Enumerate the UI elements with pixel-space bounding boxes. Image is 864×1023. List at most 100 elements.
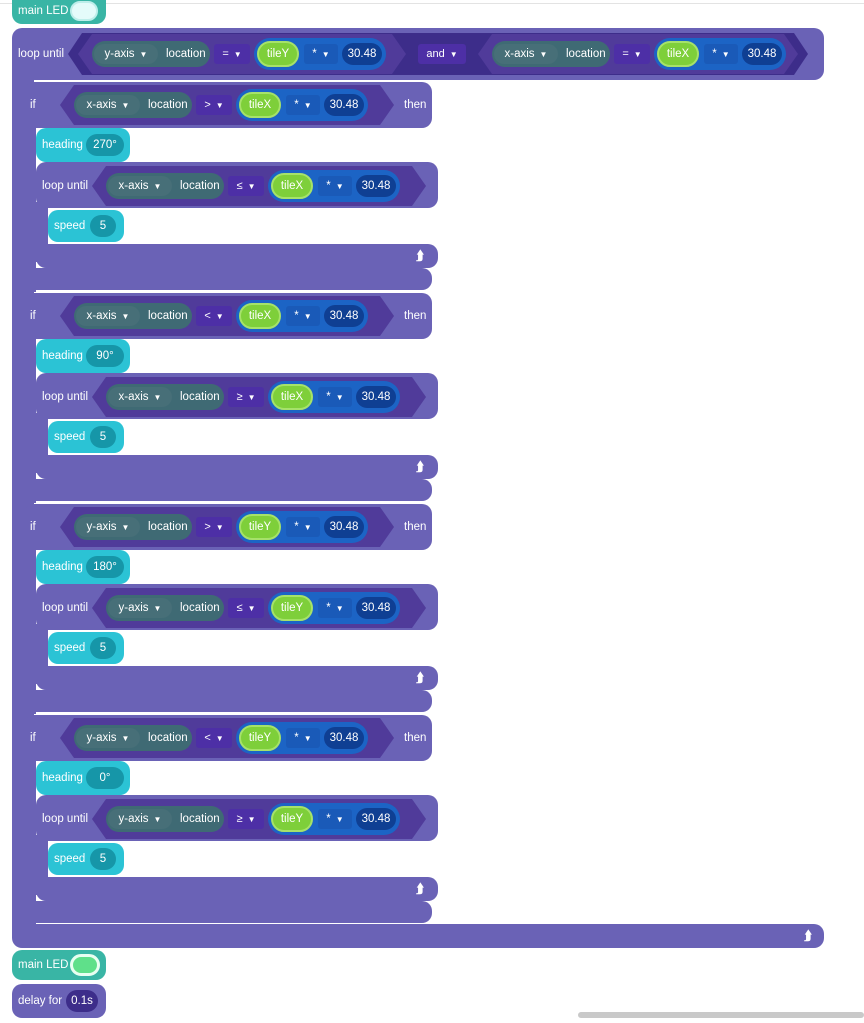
math-expression[interactable]: tileY * ▼ 30.48 — [254, 38, 386, 70]
math-operator-dropdown[interactable]: * ▼ — [318, 809, 352, 829]
compare-operator-dropdown[interactable]: ≤ ▼ — [228, 176, 264, 196]
math-operator-dropdown[interactable]: * ▼ — [704, 44, 738, 64]
axis-dropdown[interactable]: x-axis ▼ — [108, 387, 172, 407]
axis-dropdown[interactable]: x-axis ▼ — [494, 44, 558, 64]
if-condition[interactable]: x-axis ▼ location < ▼ tileX * ▼ 30.48 — [60, 296, 394, 336]
axis-dropdown[interactable]: y-axis ▼ — [108, 598, 172, 618]
math-operator-dropdown[interactable]: * ▼ — [318, 598, 352, 618]
if-condition[interactable]: x-axis ▼ location > ▼ tileX * ▼ 30.48 — [60, 85, 394, 125]
and-operator-dropdown[interactable]: and ▼ — [418, 44, 466, 64]
inner-loop-bottom[interactable] — [36, 244, 438, 268]
number-field[interactable]: 30.48 — [356, 386, 396, 408]
axis-dropdown[interactable]: y-axis ▼ — [108, 809, 172, 829]
number-field[interactable]: 30.48 — [324, 94, 364, 116]
variable-reporter[interactable]: tileY — [271, 595, 313, 621]
speed-value-field[interactable]: 5 — [90, 426, 116, 448]
location-sensor[interactable]: y-axis ▼ location — [74, 514, 192, 540]
math-operator-dropdown[interactable]: * ▼ — [286, 517, 320, 537]
variable-reporter[interactable]: tileX — [657, 41, 699, 67]
compare-operator-dropdown[interactable]: > ▼ — [196, 517, 232, 537]
number-field[interactable]: 30.48 — [356, 597, 396, 619]
location-sensor[interactable]: x-axis ▼ location — [74, 92, 192, 118]
loop-until-condition[interactable]: y-axis ▼ location ≤ ▼ tileY * ▼ 30.48 — [92, 588, 426, 628]
loop-until-condition[interactable]: y-axis ▼ location ≥ ▼ tileY * ▼ 30.48 — [92, 799, 426, 839]
math-expression[interactable]: tileY * ▼ 30.48 — [268, 592, 400, 624]
variable-reporter[interactable]: tileY — [271, 806, 313, 832]
inner-loop-bottom[interactable] — [36, 877, 438, 901]
axis-dropdown[interactable]: y-axis ▼ — [76, 517, 140, 537]
if-condition[interactable]: y-axis ▼ location > ▼ tileY * ▼ 30.48 — [60, 507, 394, 547]
speed-block[interactable]: speed 5 — [48, 843, 124, 875]
heading-value-field[interactable]: 0° — [86, 767, 124, 789]
math-operator-dropdown[interactable]: * ▼ — [318, 387, 352, 407]
top-right-compare[interactable]: x-axis ▼ location = ▼ tileX * ▼ 30.48 — [478, 34, 798, 74]
compare-operator-dropdown[interactable]: < ▼ — [196, 728, 232, 748]
location-sensor[interactable]: y-axis ▼ location — [106, 806, 224, 832]
math-expression[interactable]: tileX * ▼ 30.48 — [236, 89, 368, 121]
number-field[interactable]: 30.48 — [324, 516, 364, 538]
variable-reporter[interactable]: tileX — [239, 92, 281, 118]
heading-value-field[interactable]: 270° — [86, 134, 124, 156]
axis-dropdown[interactable]: y-axis ▼ — [76, 728, 140, 748]
math-operator-dropdown[interactable]: * ▼ — [286, 95, 320, 115]
number-field[interactable]: 30.48 — [356, 175, 396, 197]
axis-dropdown[interactable]: x-axis ▼ — [108, 176, 172, 196]
heading-block[interactable]: heading 0° — [36, 761, 130, 795]
heading-block[interactable]: heading 270° — [36, 128, 130, 162]
speed-block[interactable]: speed 5 — [48, 632, 124, 664]
math-operator-dropdown[interactable]: * ▼ — [318, 176, 352, 196]
number-field[interactable]: 30.48 — [324, 305, 364, 327]
main-led-block-top[interactable]: main LED — [12, 0, 106, 24]
heading-block[interactable]: heading 180° — [36, 550, 130, 584]
speed-block[interactable]: speed 5 — [48, 421, 124, 453]
math-expression[interactable]: tileX * ▼ 30.48 — [236, 300, 368, 332]
horizontal-scrollbar[interactable] — [578, 1012, 864, 1018]
math-operator-dropdown[interactable]: * ▼ — [304, 44, 338, 64]
variable-reporter[interactable]: tileX — [271, 384, 313, 410]
compare-operator-dropdown[interactable]: < ▼ — [196, 306, 232, 326]
math-expression[interactable]: tileX * ▼ 30.48 — [268, 170, 400, 202]
led-color-swatch-2[interactable] — [70, 954, 100, 976]
loop-until-condition[interactable]: x-axis ▼ location ≤ ▼ tileX * ▼ 30.48 — [92, 166, 426, 206]
led-color-swatch[interactable] — [70, 1, 98, 21]
if-condition[interactable]: y-axis ▼ location < ▼ tileY * ▼ 30.48 — [60, 718, 394, 758]
delay-value-field[interactable]: 0.1s — [66, 990, 98, 1012]
top-left-compare[interactable]: y-axis ▼ location = ▼ tileY * ▼ 30.48 — [78, 34, 406, 74]
variable-reporter[interactable]: tileX — [271, 173, 313, 199]
inner-loop-bottom[interactable] — [36, 455, 438, 479]
speed-value-field[interactable]: 5 — [90, 215, 116, 237]
location-sensor[interactable]: x-axis ▼ location — [106, 384, 224, 410]
number-field[interactable]: 30.48 — [742, 43, 782, 65]
math-operator-dropdown[interactable]: * ▼ — [286, 306, 320, 326]
axis-dropdown[interactable]: y-axis ▼ — [94, 44, 158, 64]
delay-block[interactable]: delay for 0.1s — [12, 984, 106, 1018]
heading-block[interactable]: heading 90° — [36, 339, 130, 373]
loop-until-condition[interactable]: x-axis ▼ location ≥ ▼ tileX * ▼ 30.48 — [92, 377, 426, 417]
math-expression[interactable]: tileY * ▼ 30.48 — [236, 722, 368, 754]
variable-reporter[interactable]: tileX — [239, 303, 281, 329]
math-operator-dropdown[interactable]: * ▼ — [286, 728, 320, 748]
main-led-block[interactable]: main LED — [12, 950, 106, 980]
number-field[interactable]: 30.48 — [324, 727, 364, 749]
variable-reporter[interactable]: tileY — [239, 725, 281, 751]
location-sensor[interactable]: x-axis ▼ location — [492, 41, 610, 67]
compare-operator-dropdown[interactable]: ≤ ▼ — [228, 598, 264, 618]
math-expression[interactable]: tileX * ▼ 30.48 — [654, 38, 786, 70]
heading-value-field[interactable]: 180° — [86, 556, 124, 578]
inner-loop-bottom[interactable] — [36, 666, 438, 690]
compare-operator-dropdown[interactable]: > ▼ — [196, 95, 232, 115]
number-field[interactable]: 30.48 — [356, 808, 396, 830]
number-field[interactable]: 30.48 — [342, 43, 382, 65]
compare-operator-dropdown[interactable]: ≥ ▼ — [228, 387, 264, 407]
heading-value-field[interactable]: 90° — [86, 345, 124, 367]
location-sensor[interactable]: x-axis ▼ location — [74, 303, 192, 329]
compare-operator-dropdown[interactable]: ≥ ▼ — [228, 809, 264, 829]
speed-block[interactable]: speed 5 — [48, 210, 124, 242]
speed-value-field[interactable]: 5 — [90, 848, 116, 870]
compare-operator-dropdown[interactable]: = ▼ — [214, 44, 250, 64]
math-expression[interactable]: tileX * ▼ 30.48 — [268, 381, 400, 413]
location-sensor[interactable]: y-axis ▼ location — [74, 725, 192, 751]
speed-value-field[interactable]: 5 — [90, 637, 116, 659]
math-expression[interactable]: tileY * ▼ 30.48 — [236, 511, 368, 543]
math-expression[interactable]: tileY * ▼ 30.48 — [268, 803, 400, 835]
